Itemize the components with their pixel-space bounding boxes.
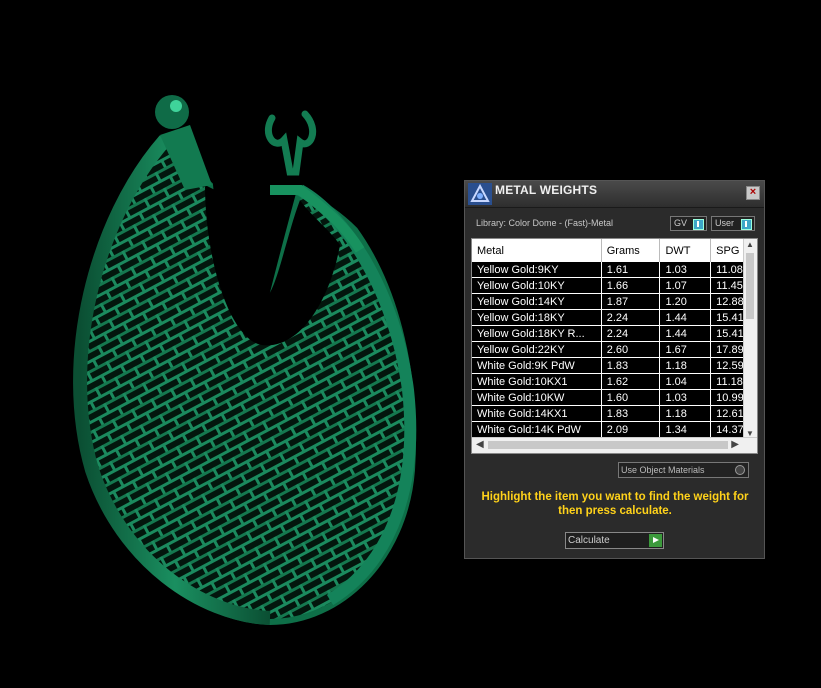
scroll-left-icon[interactable]: ◀	[476, 439, 484, 450]
metal-weights-panel: METAL WEIGHTS × Library: Color Dome - (F…	[464, 180, 765, 559]
grams-cell: 1.83	[601, 405, 661, 422]
use-object-materials-label: Use Object Materials	[621, 465, 705, 475]
table-row[interactable]: Yellow Gold:14KY 1.87 1.20 12.88	[472, 293, 757, 310]
dwt-cell: 1.04	[659, 373, 712, 390]
scroll-thumb[interactable]	[746, 253, 754, 319]
dwt-cell: 1.34	[659, 421, 712, 438]
user-toggle-label: User	[715, 218, 735, 228]
grams-cell: 1.62	[601, 373, 661, 390]
toggle-switch-icon	[693, 219, 704, 230]
metal-cell: White Gold:10KX1	[472, 373, 602, 390]
grams-cell: 2.09	[601, 421, 661, 438]
table-row[interactable]: White Gold:14K PdW 2.09 1.34 14.37	[472, 421, 757, 438]
dwt-cell: 1.03	[659, 262, 712, 278]
metal-cell: Yellow Gold:18KY R...	[472, 325, 602, 342]
calculate-button[interactable]: Calculate	[565, 532, 664, 549]
dwt-cell: 1.67	[659, 341, 712, 358]
dwt-cell: 1.18	[659, 405, 712, 422]
metal-cell: White Gold:10KW	[472, 389, 602, 406]
column-header-metal[interactable]: Metal	[472, 239, 602, 262]
metal-cell: Yellow Gold:10KY	[472, 277, 602, 294]
table-row[interactable]: Yellow Gold:22KY 2.60 1.67 17.89	[472, 341, 757, 358]
dwt-cell: 1.20	[659, 293, 712, 310]
column-header-grams[interactable]: Grams	[601, 239, 661, 262]
grams-cell: 2.24	[601, 325, 661, 342]
table-row[interactable]: Yellow Gold:10KY 1.66 1.07 11.45	[472, 277, 757, 294]
grams-cell: 1.87	[601, 293, 661, 310]
library-label: Library: Color Dome - (Fast)-Metal	[476, 218, 614, 228]
metal-cell: Yellow Gold:14KY	[472, 293, 602, 310]
instruction-text: Highlight the item you want to find the …	[481, 491, 749, 517]
toggle-switch-icon	[741, 219, 752, 230]
metal-cell: White Gold:14KX1	[472, 405, 602, 422]
calculate-label: Calculate	[568, 535, 610, 546]
metal-cell: White Gold:14K PdW	[472, 421, 602, 438]
metal-cell: Yellow Gold:18KY	[472, 309, 602, 326]
table-row[interactable]: Yellow Gold:18KY R... 2.24 1.44 15.41	[472, 325, 757, 342]
use-object-materials-option[interactable]: Use Object Materials	[618, 462, 749, 478]
user-toggle[interactable]: User	[711, 216, 755, 231]
table-header-row: Metal Grams DWT SPG	[472, 239, 757, 262]
panel-titlebar[interactable]: METAL WEIGHTS ×	[465, 181, 764, 208]
app-logo-icon	[468, 183, 492, 205]
grams-cell: 1.60	[601, 389, 661, 406]
panel-title: METAL WEIGHTS	[495, 183, 598, 197]
scroll-thumb-horizontal[interactable]	[488, 441, 728, 449]
metal-cell: Yellow Gold:9KY	[472, 262, 602, 278]
dwt-cell: 1.03	[659, 389, 712, 406]
metal-cell: White Gold:9K PdW	[472, 357, 602, 374]
close-icon[interactable]: ×	[746, 186, 760, 200]
grams-cell: 1.61	[601, 262, 661, 278]
table-row[interactable]: White Gold:10KX1 1.62 1.04 11.18	[472, 373, 757, 390]
table-row[interactable]: Yellow Gold:9KY 1.61 1.03 11.08	[472, 262, 757, 278]
table-row[interactable]: White Gold:10KW 1.60 1.03 10.99	[472, 389, 757, 406]
horizontal-scrollbar[interactable]: ◀ ▶	[472, 437, 757, 453]
column-header-dwt[interactable]: DWT	[659, 239, 712, 262]
radio-icon[interactable]	[735, 465, 745, 475]
gv-toggle[interactable]: GV	[670, 216, 707, 231]
dwt-cell: 1.44	[659, 325, 712, 342]
table-row[interactable]: White Gold:9K PdW 1.83 1.18 12.59	[472, 357, 757, 374]
scroll-up-icon[interactable]: ▲	[746, 240, 754, 249]
grams-cell: 1.83	[601, 357, 661, 374]
dwt-cell: 1.44	[659, 309, 712, 326]
dwt-cell: 1.07	[659, 277, 712, 294]
grams-cell: 2.60	[601, 341, 661, 358]
metal-cell: Yellow Gold:22KY	[472, 341, 602, 358]
metal-table: Metal Grams DWT SPG Yellow Gold:9KY 1.61 1…	[471, 238, 758, 454]
vertical-scrollbar[interactable]: ▲ ▼	[743, 239, 757, 439]
play-icon	[649, 534, 662, 547]
table-row[interactable]: White Gold:14KX1 1.83 1.18 12.61	[472, 405, 757, 422]
table-row[interactable]: Yellow Gold:18KY 2.24 1.44 15.41	[472, 309, 757, 326]
grams-cell: 2.24	[601, 309, 661, 326]
scroll-right-icon[interactable]: ▶	[731, 439, 739, 450]
grams-cell: 1.66	[601, 277, 661, 294]
gv-toggle-label: GV	[674, 218, 688, 228]
dwt-cell: 1.18	[659, 357, 712, 374]
